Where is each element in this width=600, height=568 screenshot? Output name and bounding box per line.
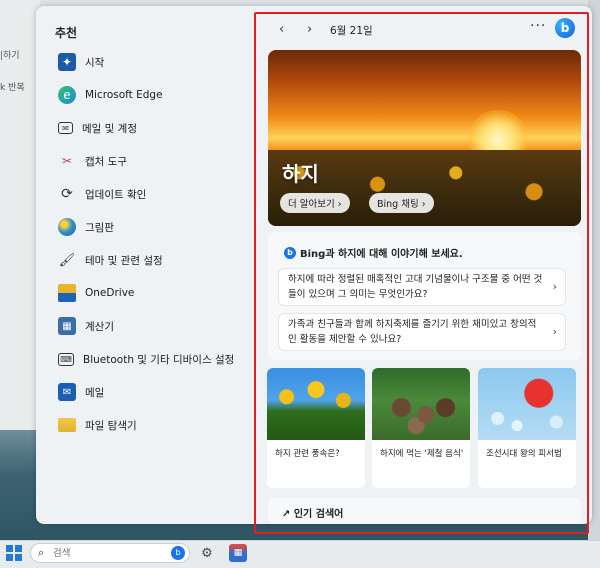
background-text: |하기 [0, 51, 20, 61]
learn-more-button[interactable]: 더 알아보기 › [280, 193, 350, 213]
story-card-caption: 조선시대 왕의 피서법 [486, 449, 562, 459]
menu-item-mail[interactable]: ✉ 메일 [58, 381, 104, 403]
refresh-icon: ⟳ [61, 186, 73, 202]
snipping-tool-icon: ✂ [61, 154, 73, 168]
menu-item-edge[interactable]: e Microsoft Edge [58, 84, 163, 106]
menu-item-label: Microsoft Edge [85, 89, 163, 101]
menu-item-mail-accounts[interactable]: ✉ 메일 및 계정 [58, 117, 137, 139]
menu-item-label: 캡처 도구 [85, 155, 127, 168]
windows-start-icon[interactable] [6, 545, 22, 561]
hero-title: 하지 [282, 162, 319, 186]
popular-searches-title: ↗ 인기 검색어 [282, 509, 344, 520]
menu-item-paint[interactable]: 그림판 [58, 216, 114, 238]
bing-prompts-heading-text: Bing과 하지에 대해 이야기해 보세요. [300, 249, 463, 260]
menu-item-file-explorer[interactable]: 파일 탐색기 [58, 414, 137, 436]
mail-icon: ✉ [58, 122, 73, 134]
sunflower-image [267, 368, 365, 440]
bing-search-icon[interactable]: b [171, 546, 185, 560]
menu-item-label: 업데이트 확인 [85, 188, 147, 201]
prev-day-button[interactable]: ‹ [279, 22, 284, 37]
chevron-right-icon: › [552, 280, 557, 293]
story-card-food[interactable]: 하지에 먹는 '제철 음식' [372, 368, 470, 488]
bing-prompt-text: 하지에 따라 정렬된 매혹적인 고대 기념물이나 구조물 중 어떤 것들이 있으… [288, 274, 543, 300]
menu-item-label: 메일 [85, 386, 105, 399]
onedrive-icon [58, 284, 76, 302]
recommended-title: 추천 [55, 26, 78, 40]
menu-item-check-updates[interactable]: ⟳ 업데이트 확인 [58, 183, 146, 205]
paint-icon [58, 218, 76, 236]
menu-item-onedrive[interactable]: OneDrive [58, 282, 134, 304]
story-card-customs[interactable]: 하지 관련 풍속은? [267, 368, 365, 488]
devices-icon: ⌨ [58, 352, 74, 366]
menu-item-theme-settings[interactable]: 🖌 테마 및 관련 설정 [58, 249, 163, 271]
edge-icon: e [58, 86, 76, 104]
menu-item-label: OneDrive [85, 287, 135, 299]
menu-item-get-started[interactable]: ✦ 시작 [58, 51, 104, 73]
taskbar-search-box[interactable]: ⌕ b [30, 543, 190, 563]
bing-small-icon: b [284, 246, 296, 259]
bing-prompt-1[interactable]: 하지에 따라 정렬된 매혹적인 고대 기념물이나 구조물 중 어떤 것들이 있으… [278, 268, 566, 306]
menu-item-snipping-tool[interactable]: ✂ 캡처 도구 [58, 150, 127, 172]
menu-item-bluetooth-settings[interactable]: ⌨ Bluetooth 및 기타 디바이스 설정 [58, 348, 234, 370]
story-card-summer[interactable]: 조선시대 왕의 피서법 [478, 368, 576, 488]
story-card-caption: 하지 관련 풍속은? [275, 449, 340, 459]
date-label: 6월 21일 [330, 25, 373, 37]
menu-item-label: 파일 탐색기 [85, 419, 137, 432]
menu-item-label: 계산기 [85, 320, 114, 333]
bing-chat-button[interactable]: Bing 채팅 › [369, 193, 434, 213]
more-options-button[interactable]: ··· [530, 18, 546, 34]
bing-prompt-2[interactable]: 가족과 친구들과 함께 하지축제를 즐기기 위한 재미있고 창의적인 활동을 제… [278, 313, 566, 351]
start-tips-icon: ✦ [58, 53, 76, 71]
chevron-right-icon: › [552, 325, 557, 338]
taskbar-search-input[interactable] [53, 546, 163, 560]
next-day-button[interactable]: › [307, 22, 312, 37]
brush-icon: 🖌 [58, 252, 76, 268]
bing-prompt-text: 가족과 친구들과 함께 하지축제를 즐기기 위한 재미있고 창의적인 활동을 제… [288, 319, 537, 345]
menu-item-label: Bluetooth 및 기타 디바이스 설정 [83, 353, 235, 366]
menu-item-label: 시작 [85, 56, 105, 69]
search-icon: ⌕ [38, 546, 45, 559]
menu-item-calculator[interactable]: ▦ 계산기 [58, 315, 114, 337]
calculator-icon: ▦ [58, 317, 76, 335]
watermelon-image [478, 368, 576, 440]
potato-image [372, 368, 470, 440]
mail-app-icon: ✉ [58, 383, 76, 401]
menu-item-label: 메일 및 계정 [82, 122, 137, 135]
menu-item-label: 그림판 [85, 221, 114, 234]
background-text: k 반복 [0, 83, 25, 93]
settings-gear-icon[interactable]: ⚙ [198, 544, 216, 562]
bing-prompts-heading: b Bing과 하지에 대해 이야기해 보세요. [284, 245, 463, 260]
store-icon[interactable]: ▦ [229, 544, 247, 562]
menu-item-label: 테마 및 관련 설정 [85, 254, 163, 267]
bing-logo-icon[interactable]: b [555, 18, 575, 38]
folder-icon [58, 418, 76, 432]
story-card-caption: 하지에 먹는 '제철 음식' [380, 449, 464, 459]
